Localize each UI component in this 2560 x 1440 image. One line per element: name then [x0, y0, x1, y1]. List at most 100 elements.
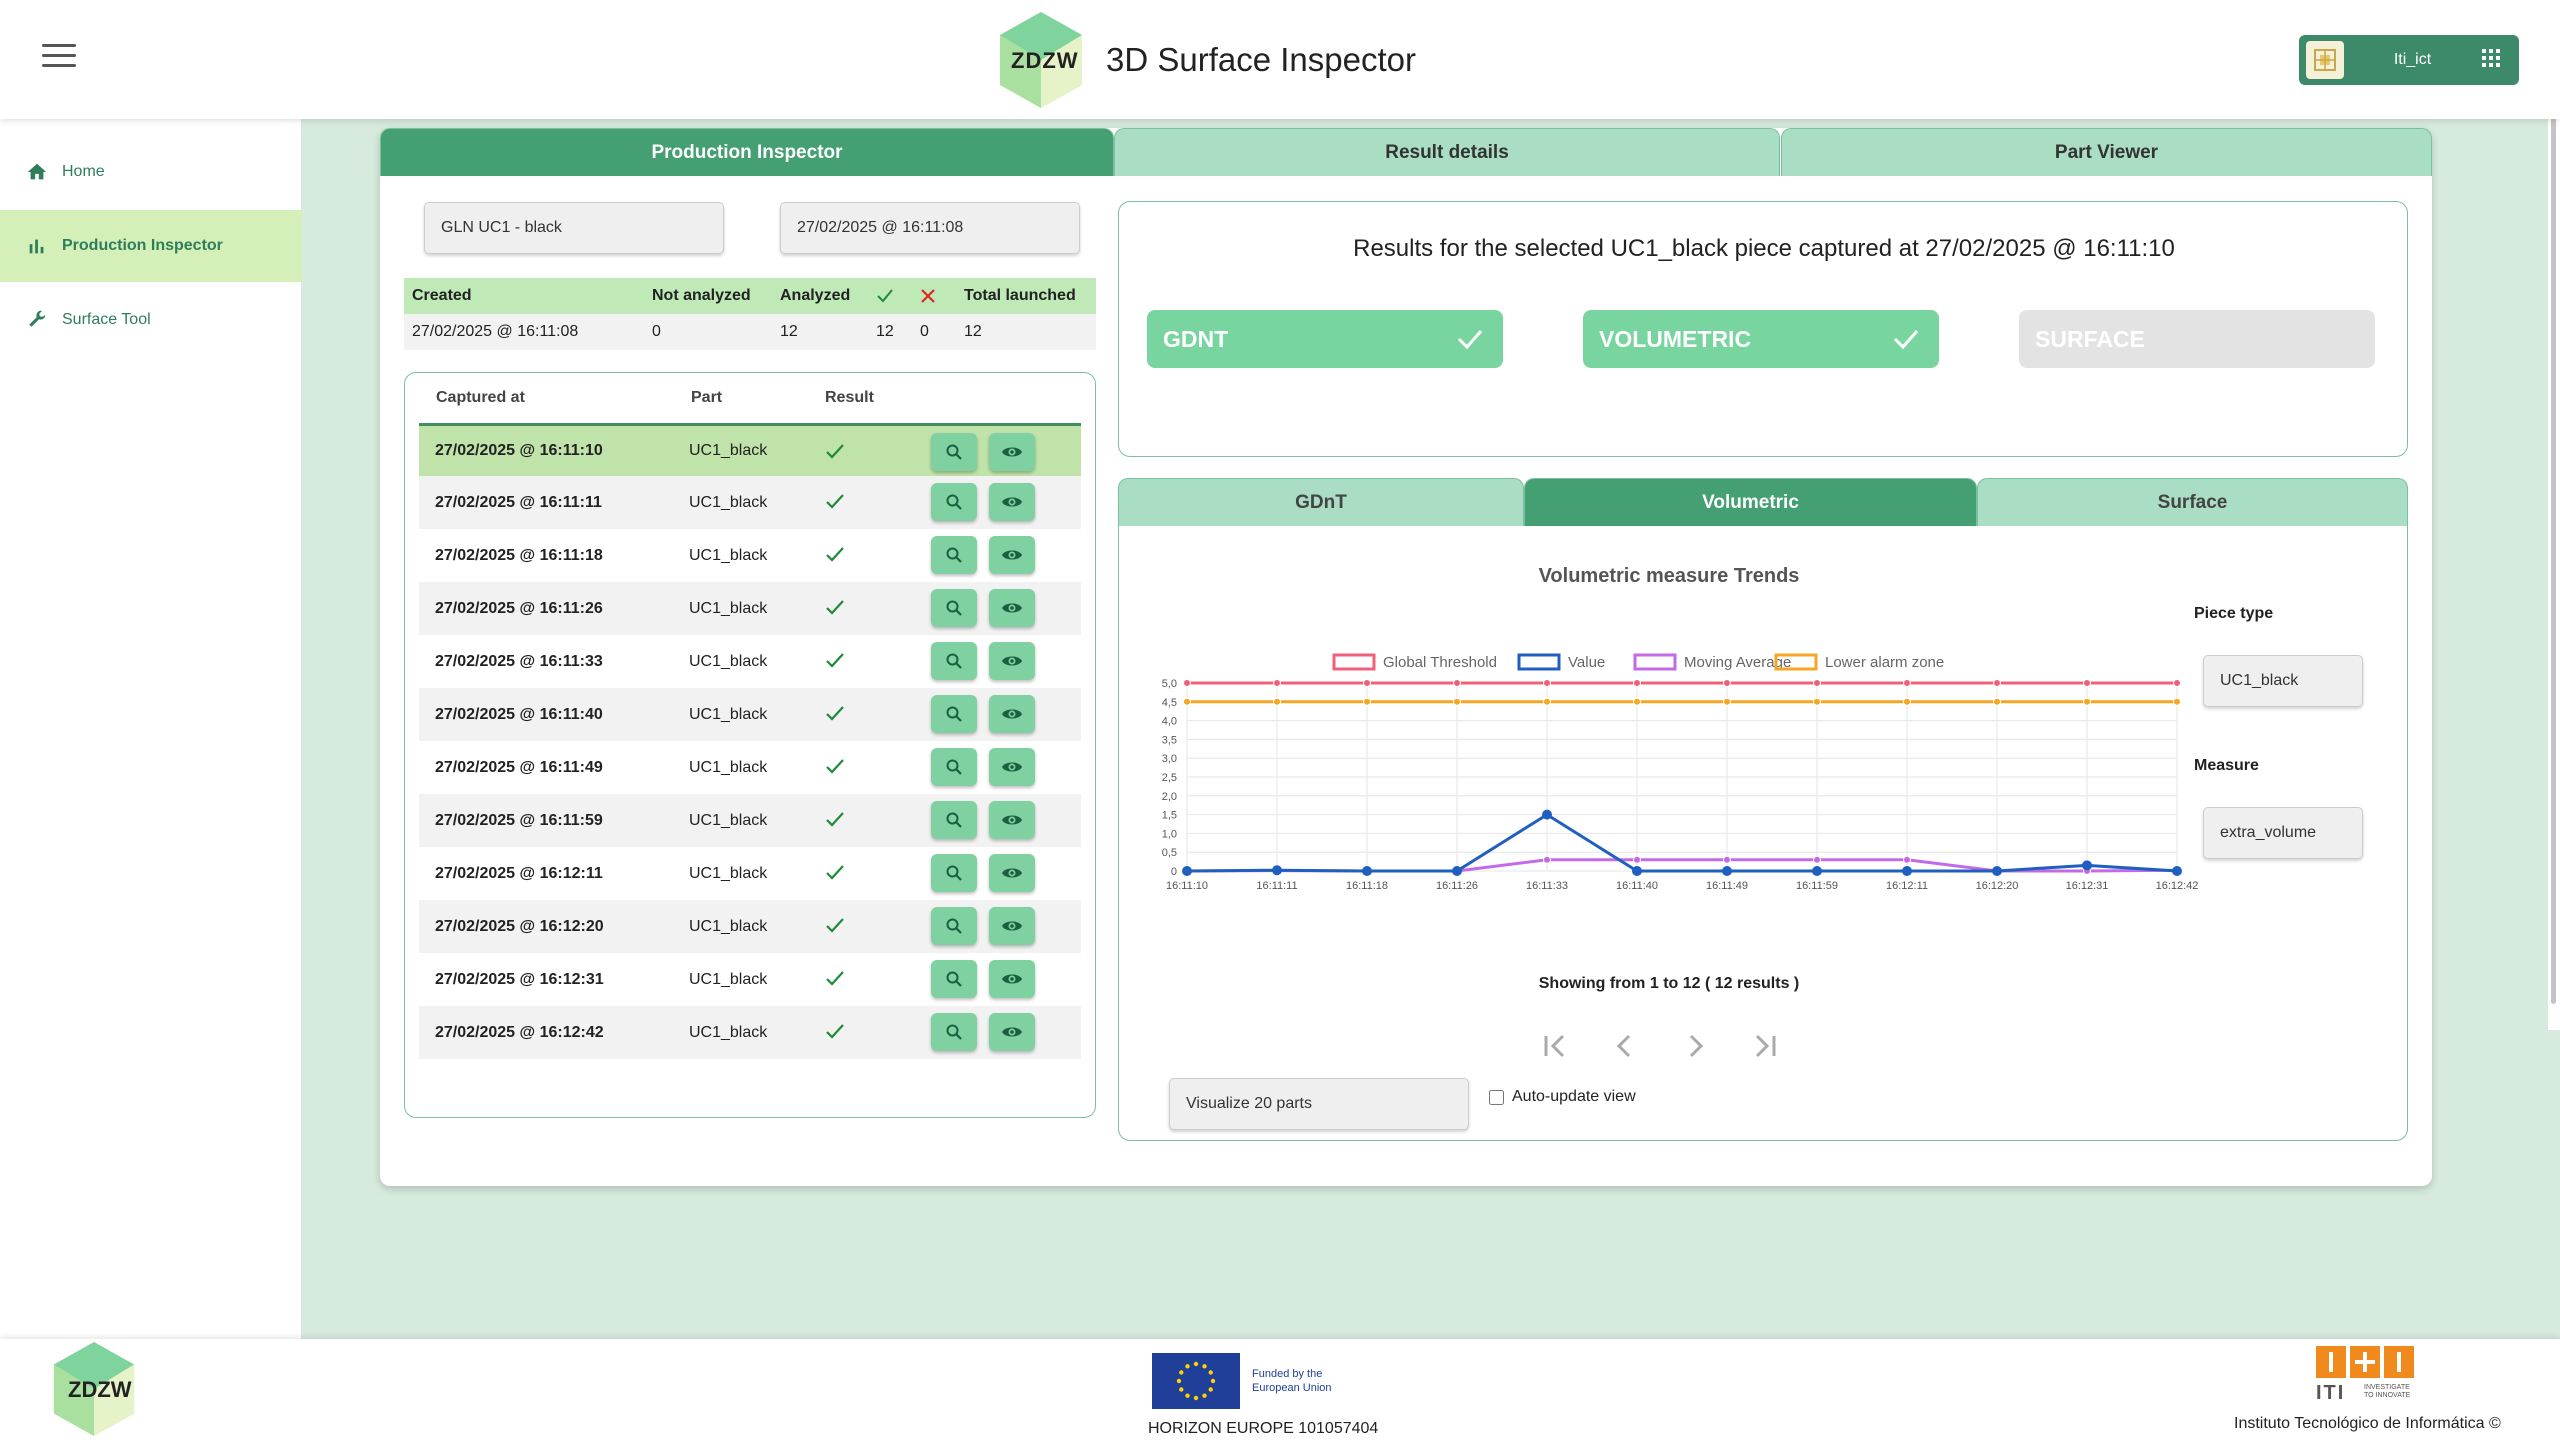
view-button[interactable]: [989, 642, 1035, 680]
tab-surface[interactable]: Surface: [1977, 478, 2408, 526]
measure-label: Measure: [2194, 757, 2259, 774]
view-button[interactable]: [989, 854, 1035, 892]
gdnt-status-pill[interactable]: GDNT: [1147, 310, 1503, 368]
table-row[interactable]: 27/02/2025 @ 16:12:42 UC1_black: [419, 1006, 1081, 1059]
search-icon: [946, 1024, 962, 1040]
home-icon: [27, 163, 47, 180]
datetime-select[interactable]: 27/02/2025 @ 16:11:08: [780, 202, 1080, 254]
view-button[interactable]: [989, 483, 1035, 521]
summary-ok: 12: [876, 323, 894, 340]
table-row[interactable]: 27/02/2025 @ 16:11:59 UC1_black: [419, 794, 1081, 847]
y-tick-label: 2,0: [1162, 791, 1177, 803]
search-button[interactable]: [931, 960, 977, 998]
iti-tagline: INVESTIGATE TO INNOVATE: [2364, 1384, 2410, 1400]
x-tick-label: 16:11:59: [1796, 880, 1838, 892]
search-button[interactable]: [931, 801, 977, 839]
view-button[interactable]: [989, 960, 1035, 998]
table-row[interactable]: 27/02/2025 @ 16:12:31 UC1_black: [419, 953, 1081, 1006]
y-tick-label: 0,5: [1162, 847, 1177, 859]
legend-swatch: [1332, 653, 1376, 671]
search-button[interactable]: [931, 695, 977, 733]
visualize-parts-select[interactable]: Visualize 20 parts: [1169, 1078, 1469, 1130]
search-button[interactable]: [931, 536, 977, 574]
captured-at: 27/02/2025 @ 16:11:33: [435, 652, 603, 670]
table-row[interactable]: 27/02/2025 @ 16:11:11 UC1_black: [419, 476, 1081, 529]
view-button[interactable]: [989, 433, 1035, 471]
check-icon: [826, 706, 844, 721]
top-bar: ZDZW 3D Surface Inspector Iti_ict: [0, 0, 2560, 119]
gln-select[interactable]: GLN UC1 - black: [424, 202, 724, 254]
data-point: [1183, 679, 1191, 687]
eye-icon: [1002, 497, 1022, 507]
auto-update-toggle[interactable]: Auto-update view: [1489, 1088, 1636, 1106]
search-button[interactable]: [931, 589, 977, 627]
user-avatar-icon: [2306, 41, 2344, 79]
scrollbar-thumb[interactable]: [2551, 4, 2556, 1004]
results-panel: Results for the selected UC1_black piece…: [1118, 201, 2408, 457]
iti-letters: ITI: [2316, 1382, 2346, 1404]
prev-page-icon[interactable]: [1607, 1028, 1643, 1064]
table-row[interactable]: 27/02/2025 @ 16:11:10 UC1_black: [419, 423, 1081, 476]
check-icon: [826, 812, 844, 827]
piece-type-select[interactable]: UC1_black: [2203, 655, 2363, 707]
eye-icon: [1002, 603, 1022, 613]
pill-label: SURFACE: [2035, 325, 2145, 352]
tab-result-details[interactable]: Result details: [1114, 128, 1780, 176]
brand: ZDZW 3D Surface Inspector: [994, 10, 1416, 110]
menu-icon[interactable]: [42, 44, 76, 70]
search-button[interactable]: [931, 854, 977, 892]
data-point: [1272, 865, 1282, 876]
auto-update-checkbox[interactable]: [1489, 1089, 1504, 1105]
table-row[interactable]: 27/02/2025 @ 16:11:49 UC1_black: [419, 741, 1081, 794]
sidebar-item-production-inspector[interactable]: Production Inspector: [0, 210, 302, 282]
captured-at: 27/02/2025 @ 16:11:18: [435, 546, 603, 564]
search-button[interactable]: [931, 433, 977, 471]
view-button[interactable]: [989, 1013, 1035, 1051]
pill-label: VOLUMETRIC: [1599, 325, 1752, 352]
table-row[interactable]: 27/02/2025 @ 16:11:33 UC1_black: [419, 635, 1081, 688]
sidebar-item-surface-tool[interactable]: Surface Tool: [0, 284, 302, 356]
table-row[interactable]: 27/02/2025 @ 16:12:11 UC1_black: [419, 847, 1081, 900]
table-row[interactable]: 27/02/2025 @ 16:11:26 UC1_black: [419, 582, 1081, 635]
part-name: UC1_black: [689, 652, 768, 670]
view-button[interactable]: [989, 907, 1035, 945]
iti-logo: ITI INVESTIGATE TO INNOVATE: [2316, 1346, 2414, 1406]
view-button[interactable]: [989, 536, 1035, 574]
table-row[interactable]: 27/02/2025 @ 16:11:18 UC1_black: [419, 529, 1081, 582]
user-menu[interactable]: Iti_ict: [2299, 35, 2519, 85]
search-button[interactable]: [931, 1013, 977, 1051]
tab-volumetric[interactable]: Volumetric: [1524, 478, 1977, 526]
tab-production-inspector[interactable]: Production Inspector: [380, 128, 1114, 176]
search-button[interactable]: [931, 748, 977, 786]
table-row[interactable]: 27/02/2025 @ 16:12:20 UC1_black: [419, 900, 1081, 953]
part-name: UC1_black: [689, 599, 768, 617]
view-button[interactable]: [989, 748, 1035, 786]
measure-select[interactable]: extra_volume: [2203, 807, 2363, 859]
tab-gdnt[interactable]: GDnT: [1118, 478, 1524, 526]
sidebar-item-home[interactable]: Home: [0, 136, 302, 208]
data-point: [1363, 697, 1371, 706]
volumetric-status-pill[interactable]: VOLUMETRIC: [1583, 310, 1939, 368]
view-button[interactable]: [989, 695, 1035, 733]
table-row[interactable]: 27/02/2025 @ 16:11:40 UC1_black: [419, 688, 1081, 741]
eye-icon: [1002, 868, 1022, 878]
apps-grid-icon[interactable]: [2481, 48, 2507, 73]
next-page-icon[interactable]: [1677, 1028, 1713, 1064]
tab-part-viewer[interactable]: Part Viewer: [1781, 128, 2432, 176]
view-button[interactable]: [989, 589, 1035, 627]
eye-icon: [1002, 1027, 1022, 1037]
data-point: [1183, 697, 1191, 706]
captured-at: 27/02/2025 @ 16:11:49: [435, 758, 603, 776]
summary-header: Created Not analyzed Analyzed Total laun…: [404, 278, 1096, 314]
search-button[interactable]: [931, 483, 977, 521]
part-name: UC1_black: [689, 864, 768, 882]
search-icon: [946, 600, 962, 616]
search-icon: [946, 812, 962, 828]
eu-funding-text: Funded by the European Union: [1252, 1367, 1332, 1395]
first-page-icon[interactable]: [1537, 1028, 1573, 1064]
search-button[interactable]: [931, 642, 977, 680]
view-button[interactable]: [989, 801, 1035, 839]
last-page-icon[interactable]: [1747, 1028, 1783, 1064]
data-point: [1632, 866, 1642, 876]
search-button[interactable]: [931, 907, 977, 945]
